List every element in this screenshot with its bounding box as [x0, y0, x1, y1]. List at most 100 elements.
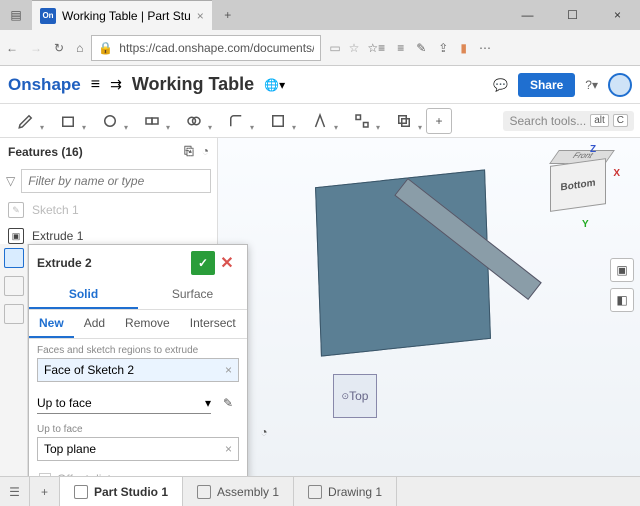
viewcube-bottom[interactable]: Bottom [550, 158, 606, 212]
strip-config-icon[interactable] [4, 276, 24, 296]
loft-tool[interactable] [174, 108, 214, 134]
fillet-tool[interactable] [216, 108, 256, 134]
tab-drawing[interactable]: Drawing 1 [294, 477, 397, 506]
shell-tool[interactable] [258, 108, 298, 134]
user-avatar[interactable] [608, 73, 632, 97]
faces-selection[interactable]: Face of Sketch 2 × [37, 358, 239, 382]
sketch-tool[interactable] [6, 108, 46, 134]
share-page-icon[interactable]: ⇪ [438, 41, 448, 55]
sketch-icon: ✎ [8, 202, 24, 218]
solid-surface-tabs: Solid Surface [29, 281, 247, 310]
close-tab-icon[interactable]: × [197, 9, 204, 23]
flip-direction-icon[interactable]: ✎ [217, 392, 239, 414]
feature-sketch1[interactable]: ✎Sketch 1 [0, 197, 217, 223]
view-buttons: ▣ ◧ [610, 258, 634, 312]
reading-list-icon[interactable]: ≡ [397, 41, 404, 55]
new-tab-button[interactable]: + [212, 0, 244, 30]
favorites-bar-icon[interactable]: ☆≡ [367, 41, 385, 55]
dialog-title: Extrude 2 [37, 256, 92, 270]
tab-new[interactable]: New [29, 310, 74, 338]
3d-model: ⊙ Top [288, 168, 548, 428]
forward-button[interactable]: → [30, 41, 42, 55]
revolve-tool[interactable] [90, 108, 130, 134]
sweep-tool[interactable] [132, 108, 172, 134]
tab-solid[interactable]: Solid [29, 281, 138, 309]
end-type-select[interactable]: Up to face [37, 393, 211, 414]
tab-add[interactable]: Add [74, 310, 115, 338]
insert-tool[interactable]: + [426, 108, 452, 134]
onshape-logo[interactable]: Onshape [8, 75, 81, 95]
back-button[interactable]: ← [6, 41, 18, 55]
boolean-tool[interactable] [384, 108, 424, 134]
refresh-button[interactable]: ↻ [54, 41, 64, 55]
browser-titlebar: ▤ On Working Table | Part Stu × + — ☐ × [0, 0, 640, 30]
kbd-alt: alt [590, 114, 609, 127]
close-window-button[interactable]: × [595, 0, 640, 30]
upto-selection[interactable]: Top plane × [37, 437, 239, 461]
axis-x: X [613, 168, 620, 179]
extrude-dialog: Extrude 2 ✓ ✕ Solid Surface New Add Remo… [28, 244, 248, 476]
minimize-button[interactable]: — [505, 0, 550, 30]
origin-plane[interactable]: ⊙ Top [333, 374, 377, 418]
favorite-icon[interactable]: ☆ [349, 41, 360, 55]
search-placeholder: Search tools... [509, 114, 586, 128]
more-icon[interactable]: ⋯ [479, 41, 491, 55]
tab-assembly[interactable]: Assembly 1 [183, 477, 294, 506]
tab-remove[interactable]: Remove [115, 310, 180, 338]
help-icon[interactable]: ?▾ [585, 78, 598, 92]
home-button[interactable]: ⌂ [76, 41, 83, 55]
axis-z: Z [590, 144, 596, 155]
document-tabs: ☰ + Part Studio 1 Assembly 1 Drawing 1 [0, 476, 640, 506]
assembly-icon [197, 485, 211, 499]
tab-part-studio[interactable]: Part Studio 1 [60, 477, 183, 506]
extrude-tool[interactable] [48, 108, 88, 134]
upto-label: Up to face [37, 424, 239, 435]
filter-input[interactable] [21, 169, 211, 193]
rollback-icon[interactable]: ◔ [202, 144, 209, 159]
clear-selection-icon[interactable]: × [225, 363, 232, 377]
share-button[interactable]: Share [518, 73, 575, 97]
features-header: Features (16) [8, 145, 83, 159]
address-bar: ← → ↻ ⌂ 🔒 https://cad.onshape.com/docume… [0, 30, 640, 66]
clear-upto-icon[interactable]: × [225, 442, 232, 456]
pattern-tool[interactable] [342, 108, 382, 134]
view-cube[interactable]: Front Bottom X Y Z [540, 148, 622, 230]
strip-parts-icon[interactable] [4, 304, 24, 324]
main-area: Features (16) ⎘ ◔ ▽ ✎Sketch 1 ▣Extrude 1… [0, 138, 640, 476]
tree-icon[interactable]: ⇉ [110, 76, 122, 93]
tab-list-button[interactable]: ☰ [0, 477, 30, 506]
part-studio-icon [74, 485, 88, 499]
view-mode-button[interactable]: ▣ [610, 258, 634, 282]
extensions-icon[interactable]: ▮ [460, 41, 467, 55]
notes-icon[interactable]: ✎ [416, 41, 426, 55]
reading-view-icon[interactable]: ▭ [329, 41, 340, 55]
comments-icon[interactable]: 💬 [493, 78, 508, 92]
kbd-c: C [613, 114, 628, 127]
tab-intersect[interactable]: Intersect [180, 310, 246, 338]
faces-label: Faces and sketch regions to extrude [37, 345, 239, 356]
3d-canvas[interactable]: ⊙ Top Front Bottom X Y Z ▣ ◧ [218, 138, 640, 476]
offset-checkbox[interactable]: Offset distance [29, 467, 247, 476]
confirm-button[interactable]: ✓ [191, 251, 215, 275]
filter-icon[interactable]: ▽ [6, 174, 15, 188]
browser-tab[interactable]: On Working Table | Part Stu × [32, 0, 212, 30]
boolean-tabs: New Add Remove Intersect [29, 310, 247, 339]
section-view-button[interactable]: ◧ [610, 288, 634, 312]
app-header: Onshape ≡ ⇉ Working Table 🌐▾ 💬 Share ?▾ [0, 66, 640, 104]
menu-icon[interactable]: ≡ [91, 76, 100, 94]
url-input[interactable]: 🔒 https://cad.onshape.com/documents/97de… [91, 35, 321, 61]
strip-feature-icon[interactable] [4, 248, 24, 268]
tool-search[interactable]: Search tools... alt C [503, 111, 634, 131]
tab-thumbnails-button[interactable]: ▤ [0, 0, 32, 30]
draft-tool[interactable] [300, 108, 340, 134]
add-tab-button[interactable]: + [30, 477, 60, 506]
left-icon-strip [0, 244, 28, 476]
tab-surface[interactable]: Surface [138, 281, 247, 309]
add-feature-icon[interactable]: ⎘ [184, 144, 194, 159]
cancel-button[interactable]: ✕ [215, 251, 239, 275]
maximize-button[interactable]: ☐ [550, 0, 595, 30]
favicon-icon: On [40, 8, 56, 24]
document-title[interactable]: Working Table [132, 74, 254, 95]
history-icon[interactable]: ◔ [253, 421, 275, 443]
globe-icon[interactable]: 🌐▾ [264, 78, 285, 92]
